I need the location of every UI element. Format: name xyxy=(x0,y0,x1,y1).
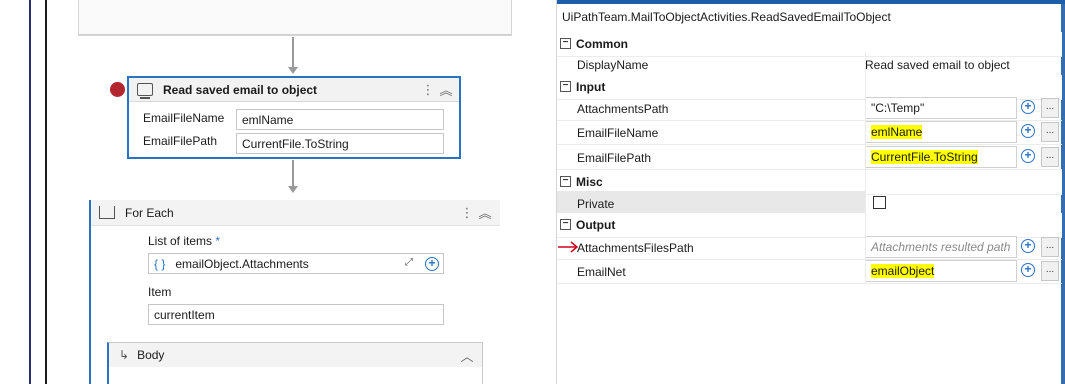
property-row-email-net: EmailNet emailObject + ... xyxy=(557,259,1062,284)
add-variable-icon[interactable]: + xyxy=(1021,239,1035,253)
body-title: Body xyxy=(137,348,165,362)
property-label: AttachmentsPath xyxy=(577,102,669,116)
expression-brace-icon: { } xyxy=(154,257,166,271)
collapse-toggle-icon[interactable]: − xyxy=(560,81,571,92)
list-of-items-input[interactable]: { } emailObject.Attachments ⤢ xyxy=(148,253,444,274)
properties-panel: UiPathTeam.MailToObjectActivities.ReadSa… xyxy=(556,0,1065,384)
property-label: DisplayName xyxy=(577,58,649,72)
ellipsis-button[interactable]: ... xyxy=(1041,237,1059,257)
highlighted-value: emailObject xyxy=(871,264,935,278)
highlighted-value: emlName xyxy=(871,125,923,139)
add-variable-icon[interactable]: + xyxy=(1021,124,1035,138)
add-variable-icon[interactable]: + xyxy=(1021,100,1035,114)
email-file-path-input[interactable]: CurrentFile.ToString xyxy=(236,133,444,154)
ellipsis-button[interactable]: ... xyxy=(1041,261,1059,281)
body-container[interactable]: ↳ Body ︿ xyxy=(107,342,483,384)
ellipsis-button[interactable]: ... xyxy=(1041,122,1059,142)
property-row-email-file-name: EmailFileName emlName + ... xyxy=(557,120,1062,145)
add-variable-icon[interactable]: + xyxy=(1021,263,1035,277)
required-mark: * xyxy=(215,234,221,248)
body-header[interactable]: ↳ Body ︿ xyxy=(109,343,482,367)
body-arrow-icon: ↳ xyxy=(119,348,130,362)
category-label: Misc xyxy=(576,175,603,189)
previous-activity-box[interactable] xyxy=(78,0,512,36)
for-each-header[interactable]: For Each ⋮ ︽ xyxy=(91,200,500,226)
display-name-value[interactable]: Read saved email to object xyxy=(865,58,1010,72)
property-label: EmailNet xyxy=(577,265,626,279)
breakpoint-icon[interactable] xyxy=(110,82,125,97)
read-saved-email-activity[interactable]: Read saved email to object ⋮ ︽ EmailFile… xyxy=(127,76,461,159)
attachments-path-input[interactable]: "C:\Temp" xyxy=(865,97,1017,119)
collapse-toggle-icon[interactable]: − xyxy=(560,219,571,230)
property-label: Private xyxy=(577,197,615,211)
monitor-icon xyxy=(137,83,153,99)
activity-title: Read saved email to object xyxy=(163,82,318,97)
expand-editor-icon[interactable]: ⤢ xyxy=(405,257,413,268)
property-label: EmailFilePath xyxy=(577,151,652,165)
collapse-chevrons-icon[interactable]: ︽ xyxy=(437,80,455,99)
list-of-items-label: List of items * xyxy=(148,234,221,248)
category-label: Common xyxy=(576,37,628,51)
for-each-title: For Each xyxy=(125,205,174,220)
arg-label-email-file-name: EmailFileName xyxy=(143,111,225,125)
connector-line-2 xyxy=(292,160,294,187)
activity-header[interactable]: Read saved email to object ⋮ ︽ xyxy=(129,78,459,102)
kebab-menu-icon[interactable]: ⋮ xyxy=(458,205,476,221)
property-row-display-name: DisplayName Read saved email to object xyxy=(557,52,1062,77)
sequence-border-line-inner xyxy=(45,0,47,384)
connector-arrow-2 xyxy=(288,186,298,193)
list-of-items-value: emailObject.Attachments xyxy=(175,257,309,271)
email-net-field[interactable]: emailObject xyxy=(865,260,1017,282)
connector-arrow xyxy=(288,67,298,74)
property-label: EmailFileName xyxy=(577,126,659,140)
workflow-designer[interactable]: Read saved email to object ⋮ ︽ EmailFile… xyxy=(0,0,556,384)
add-variable-icon[interactable]: + xyxy=(425,257,439,271)
panel-top-border xyxy=(557,0,1065,4)
ellipsis-button[interactable]: ... xyxy=(1041,98,1059,118)
property-row-attachments-files-path: AttachmentsFilesPath Attachments resulte… xyxy=(557,235,1062,260)
collapse-toggle-icon[interactable]: − xyxy=(560,38,571,49)
annotation-arrow-icon xyxy=(558,241,579,253)
property-row-email-file-path: EmailFilePath CurrentFile.ToString + ... xyxy=(557,145,1062,170)
category-label: Input xyxy=(576,80,606,94)
email-file-name-input[interactable]: emlName xyxy=(236,109,444,130)
sequence-border-line xyxy=(29,0,31,384)
item-input[interactable]: currentItem xyxy=(148,304,444,325)
loop-icon xyxy=(99,206,115,219)
ellipsis-button[interactable]: ... xyxy=(1041,147,1059,167)
add-variable-icon[interactable]: + xyxy=(1021,149,1035,163)
collapse-chevrons-icon[interactable]: ︽ xyxy=(476,203,494,222)
attachments-files-path-input[interactable]: Attachments resulted path xyxy=(865,236,1017,258)
arg-label-email-file-path: EmailFilePath xyxy=(143,134,218,148)
connector-line xyxy=(292,37,294,67)
kebab-menu-icon[interactable]: ⋮ xyxy=(419,82,437,98)
email-file-path-field[interactable]: CurrentFile.ToString xyxy=(865,146,1017,168)
item-label: Item xyxy=(148,285,172,299)
column-separator xyxy=(865,52,866,284)
private-checkbox[interactable] xyxy=(873,196,886,209)
category-label: Output xyxy=(576,218,616,232)
collapse-chevron-icon[interactable]: ︿ xyxy=(458,346,476,365)
for-each-activity[interactable]: For Each ⋮ ︽ List of items * { } emailObj… xyxy=(89,200,500,384)
activity-type-name: UiPathTeam.MailToObjectActivities.ReadSa… xyxy=(562,10,891,24)
collapse-toggle-icon[interactable]: − xyxy=(560,176,571,187)
property-label: AttachmentsFilesPath xyxy=(577,241,694,255)
highlighted-value: CurrentFile.ToString xyxy=(871,150,978,164)
property-row-attachments-path: AttachmentsPath "C:\Temp" + ... xyxy=(557,96,1062,121)
email-file-name-field[interactable]: emlName xyxy=(865,121,1017,143)
